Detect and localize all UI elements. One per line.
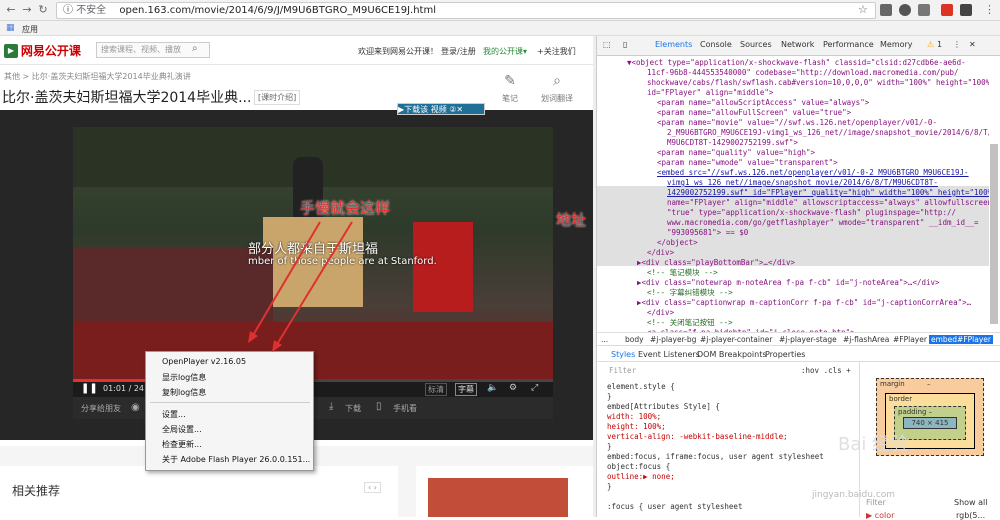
box-content[interactable]: 740 × 415 xyxy=(903,417,957,429)
dom-line[interactable]: <param name="allowFullScreen" value="tru… xyxy=(657,108,851,118)
dom-line[interactable]: ▼<object type="application/x-shockwave-f… xyxy=(627,58,966,68)
tab-dom-breakpoints[interactable]: DOM Breakpoints xyxy=(697,350,767,359)
styles-tabbar: Styles Event Listeners DOM Breakpoints P… xyxy=(597,348,1000,362)
tab-styles[interactable]: Styles xyxy=(611,350,635,359)
padding-label: padding – xyxy=(898,408,933,416)
dom-scrollbar[interactable] xyxy=(990,144,998,324)
dom-line[interactable]: <param name="movie" value="//swf.ws.126.… xyxy=(657,118,937,128)
tab-console[interactable]: Console xyxy=(700,40,732,49)
styles-filter[interactable]: Filter xyxy=(609,366,636,376)
dom-breadcrumbs: ... body #j-player-bg #j-player-containe… xyxy=(597,332,1000,346)
dom-line[interactable]: id="FPlayer" align="middle"> xyxy=(647,88,773,98)
crumb-player-container[interactable]: #j-player-container xyxy=(700,335,772,344)
tab-network[interactable]: Network xyxy=(781,40,814,49)
inspect-icon[interactable]: ⬚ xyxy=(603,40,611,49)
dom-tree: ▼<object type="application/x-shockwave-f… xyxy=(597,56,989,340)
dom-line[interactable]: <param name="quality" value="high"> xyxy=(657,148,815,158)
arrow-to-copy-log xyxy=(275,221,353,347)
style-line: width: 100%; xyxy=(607,412,662,421)
dom-line[interactable]: name="FPlayer" align="middle" allowscrip… xyxy=(667,198,989,208)
style-line: vertical-align: -webkit-baseline-middle; xyxy=(607,432,788,441)
style-line: height: 100%; xyxy=(607,422,666,431)
tab-sources[interactable]: Sources xyxy=(740,40,772,49)
dom-line[interactable]: </object> xyxy=(657,238,698,248)
tab-memory[interactable]: Memory xyxy=(880,40,913,49)
crumb-flash-area[interactable]: #j-flashArea xyxy=(843,335,889,344)
dom-line[interactable]: ▶<div class="playBottomBar">…</div> xyxy=(637,258,795,268)
dom-line[interactable]: </div> xyxy=(647,248,674,258)
computed-color-row[interactable]: ▶ color xyxy=(866,511,894,520)
border-label: border xyxy=(889,395,913,403)
dom-line[interactable]: shockwave/cabs/flash/swflash.cab#version… xyxy=(647,78,989,88)
baidu-watermark: Bai 经验 xyxy=(838,434,909,455)
computed-color-value: rgb(5... xyxy=(956,511,986,520)
device-icon[interactable]: ▯ xyxy=(623,40,627,49)
devtools-tabbar: ⬚ ▯ Elements Console Sources Network Per… xyxy=(597,36,1000,56)
dom-line[interactable]: <embed src="//swf.ws.126.net/openplayer/… xyxy=(657,168,969,178)
dom-line[interactable]: <param name="wmode" value="transparent"> xyxy=(657,158,838,168)
warning-icon[interactable]: ⚠ xyxy=(927,40,934,49)
arrow-to-show-log xyxy=(251,221,321,338)
dom-line[interactable]: <!-- 关闭笔记按钮 --> xyxy=(647,318,733,328)
style-line: } xyxy=(607,442,612,451)
crumb-body[interactable]: body xyxy=(625,335,644,344)
dom-line[interactable]: "993095681"> == $0 xyxy=(667,228,748,238)
arrow-head xyxy=(272,340,282,352)
dom-line[interactable]: "true" type="application/x-shockwave-fla… xyxy=(667,208,956,218)
style-line: :focus { user agent stylesheet xyxy=(607,502,743,511)
dom-line[interactable]: <!-- 字幕纠错模块 --> xyxy=(647,288,733,298)
dom-line[interactable]: 11cf-96b8-444553540000" codebase="http:/… xyxy=(647,68,959,78)
tab-performance[interactable]: Performance xyxy=(823,40,874,49)
crumb-player-stage[interactable]: #j-player-stage xyxy=(779,335,837,344)
dom-line[interactable]: M9U6CDT8T-1429002752199.swf"> xyxy=(667,138,798,148)
style-line: embed:focus, iframe:focus, user agent st… xyxy=(607,452,824,461)
style-line: } xyxy=(607,482,612,491)
dom-line[interactable]: vimg1_ws_126_net//image/snapshot_movie/2… xyxy=(667,178,938,188)
show-all-checkbox[interactable]: Show all xyxy=(954,498,987,507)
crumb-embed[interactable]: embed#FPlayer xyxy=(929,335,993,344)
tab-properties[interactable]: Properties xyxy=(765,350,805,359)
style-line: object:focus { xyxy=(607,462,671,471)
style-line: } xyxy=(607,392,612,401)
close-icon[interactable]: ✕ xyxy=(969,40,976,49)
margin-dash: – xyxy=(927,380,931,388)
dom-line[interactable]: ▶<div class="captionwrap m-captionCorr f… xyxy=(637,298,971,308)
warning-count[interactable]: 1 xyxy=(937,40,942,49)
dom-line[interactable]: www.macromedia.com/go/getflashplayer" wm… xyxy=(667,218,979,228)
crumb-player-bg[interactable]: #j-player-bg xyxy=(650,335,696,344)
style-line: outline:▶ none; xyxy=(607,472,675,481)
dom-line[interactable]: 2_M9U6BTGRO_M9U6CE19J-vimg1_ws_126_net//… xyxy=(667,128,989,138)
margin-label: margin xyxy=(880,380,905,388)
watermark-url: jingyan.baidu.com xyxy=(812,490,896,500)
more-icon[interactable]: ⋮ xyxy=(953,40,961,49)
crumb-ellipsis[interactable]: ... xyxy=(601,335,608,344)
dom-line[interactable]: 1429002752199.swf" id="FPlayer" quality=… xyxy=(667,188,989,198)
hov-cls-controls[interactable]: :hov .cls + xyxy=(801,366,851,376)
tab-elements[interactable]: Elements xyxy=(655,40,692,49)
devtools-panel: ⬚ ▯ Elements Console Sources Network Per… xyxy=(596,36,1000,520)
dom-line[interactable]: </div> xyxy=(647,308,674,318)
arrow-head xyxy=(248,331,258,343)
dom-line[interactable]: ▶<div class="notewrap m-noteArea f-pa f-… xyxy=(637,278,940,288)
tab-event-listeners[interactable]: Event Listeners xyxy=(638,350,700,359)
style-line: embed[Attributes Style] { xyxy=(607,402,720,411)
dom-line[interactable]: <param name="allowScriptAccess" value="a… xyxy=(657,98,869,108)
crumb-fplayer[interactable]: #FPlayer xyxy=(893,335,927,344)
dom-line[interactable]: <!-- 笔记模块 --> xyxy=(647,268,718,278)
style-line: element.style { xyxy=(607,382,675,391)
